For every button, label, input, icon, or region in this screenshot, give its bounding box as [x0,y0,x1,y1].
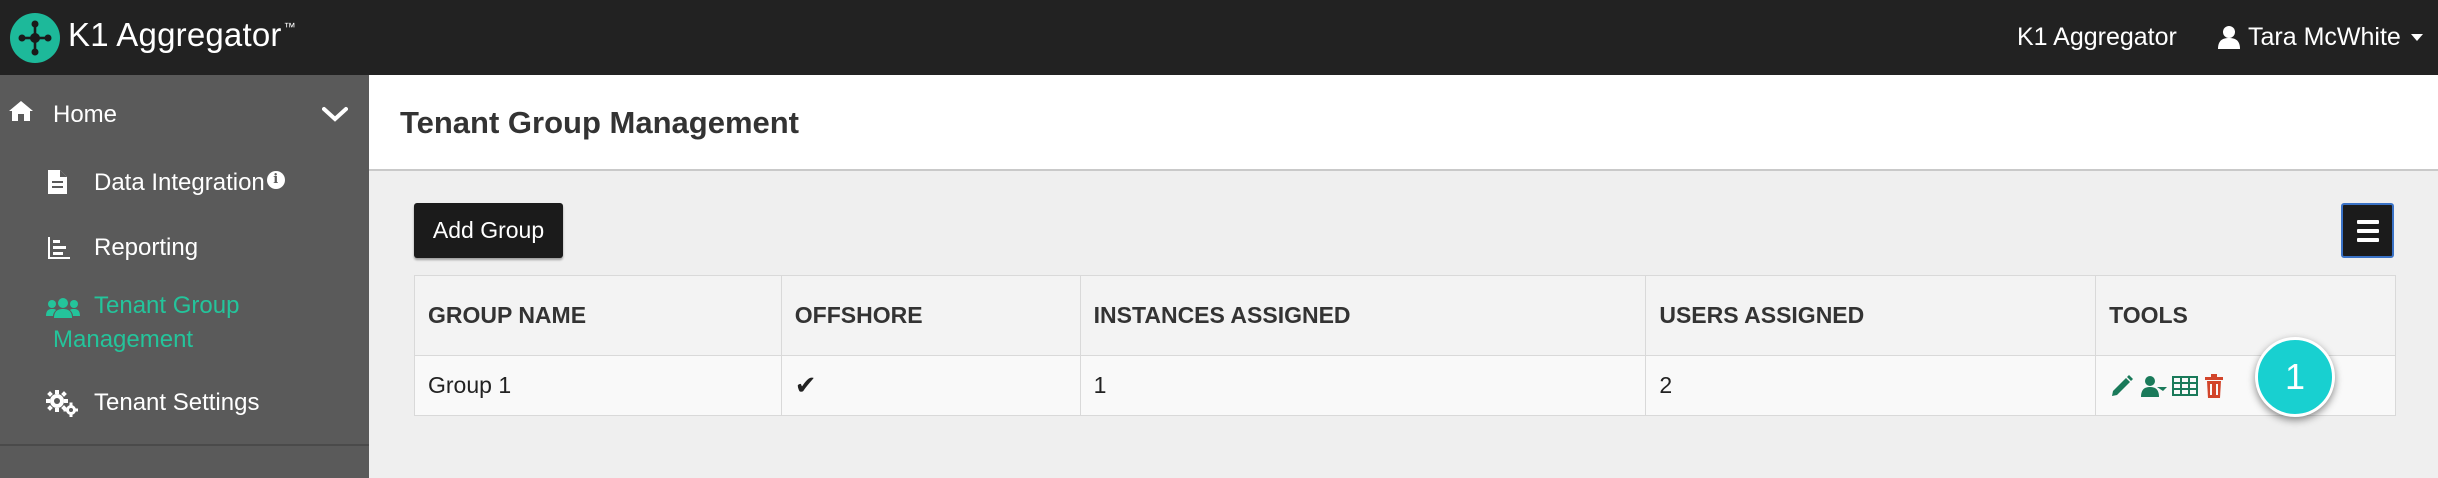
sidebar-divider [0,444,369,446]
cell-users-assigned: 2 [1645,355,2097,416]
assign-user-icon[interactable] [2139,373,2168,399]
column-header-group-name[interactable]: GROUP NAME [414,275,782,356]
column-header-tools: TOOLS [2095,275,2396,356]
sidebar-item-tenant-settings[interactable]: Tenant Settings [0,385,369,435]
caret-down-icon [2410,33,2423,41]
app-link[interactable]: K1 Aggregator [2017,23,2177,52]
edit-pencil-icon[interactable] [2109,373,2135,399]
trash-delete-icon[interactable] [2203,373,2225,399]
column-header-instances-assigned[interactable]: INSTANCES ASSIGNED [1079,275,1647,356]
cell-instances-assigned: 1 [1079,355,1647,416]
sidebar-item-label: Tenant Settings [94,389,260,416]
table-row: Group 1 ✔ 1 2 [414,355,2396,416]
home-icon [9,101,33,121]
sidebar-item-label-line1: Tenant Group [94,292,240,319]
column-header-offshore[interactable]: OFFSHORE [780,275,1081,356]
sidebar-item-reporting[interactable]: Reporting [0,230,369,280]
sidebar-item-home[interactable]: Home [0,75,369,155]
sidebar-item-label: Data Integration [94,169,265,196]
top-navbar: K1 Aggregator ™ K1 Aggregator Tara McWhit… [0,0,2438,75]
k1-logo-icon[interactable] [10,13,60,63]
table-header-row: GROUP NAME OFFSHORE INSTANCES ASSIGNED U… [414,275,2396,356]
user-icon [2218,26,2240,49]
document-icon [48,170,67,194]
cell-offshore-checkmark: ✔ [780,355,1081,416]
cell-group-name: Group 1 [414,355,782,416]
user-menu[interactable]: Tara McWhite [2218,21,2423,53]
brand-name[interactable]: K1 Aggregator ™ [68,16,296,54]
page-header: Tenant Group Management [369,75,2438,171]
users-icon [46,298,80,318]
sidebar-item-label: Reporting [94,234,199,261]
sidebar-item-data-integration[interactable]: Data Integration i [0,165,369,215]
brand-text: K1 Aggregator [68,16,282,53]
tenant-groups-table: GROUP NAME OFFSHORE INSTANCES ASSIGNED U… [414,275,2396,416]
column-header-users-assigned[interactable]: USERS ASSIGNED [1645,275,2097,356]
cell-tools [2095,355,2396,416]
trademark: ™ [283,20,296,34]
gears-icon [46,390,78,417]
chevron-down-icon[interactable] [322,106,348,122]
sidebar-item-label-line2: Management [53,326,194,353]
info-icon[interactable]: i [266,171,285,189]
sidebar-item-tenant-group-management[interactable]: Tenant Group Management [0,292,369,365]
table-grid-icon[interactable] [2171,374,2199,398]
hamburger-menu-icon [2357,220,2379,242]
annotation-marker: 1 [2255,337,2335,417]
page-title: Tenant Group Management [400,105,800,140]
add-group-button[interactable]: Add Group [414,203,563,258]
reporting-icon [48,237,70,259]
user-name: Tara McWhite [2248,22,2401,51]
column-menu-button[interactable] [2341,203,2394,258]
sidebar-item-label: Home [53,101,118,128]
sidebar: Home Data Integration i Reporting Tenant… [0,75,369,478]
